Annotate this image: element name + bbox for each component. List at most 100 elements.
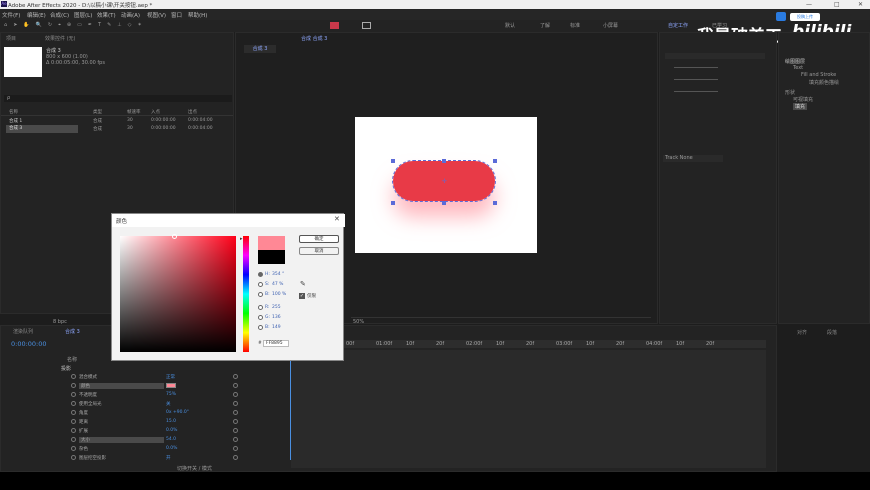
link-icon[interactable] <box>233 446 238 451</box>
stopwatch-icon[interactable] <box>71 455 76 460</box>
cancel-button[interactable]: 取消 <box>299 247 339 255</box>
col-type[interactable]: 类型 <box>93 109 102 117</box>
property-row[interactable]: 距离 15.0 <box>1 418 291 425</box>
tree-item[interactable]: 可视填充 <box>793 96 813 103</box>
color-channel-value[interactable]: 149 <box>272 325 281 330</box>
color-mode-radio[interactable] <box>258 282 263 287</box>
link-icon[interactable] <box>233 455 238 460</box>
share-icon[interactable] <box>776 12 786 21</box>
property-row[interactable]: 大小 54.0 <box>1 436 291 443</box>
menu-item[interactable]: 效果(T) <box>97 11 116 19</box>
rotate-tool-icon[interactable]: ↻ <box>48 22 52 30</box>
menu-item[interactable]: 窗口 <box>171 11 182 19</box>
workspace-standard[interactable]: 标准 <box>570 22 580 29</box>
stopwatch-icon[interactable] <box>71 419 76 424</box>
slider-track[interactable] <box>674 67 718 68</box>
project-item-row[interactable]: 合成 1 合成 30 0:00:00:00 0:00:04:00 <box>1 117 233 125</box>
stamp-tool-icon[interactable]: ⊥ <box>117 22 121 30</box>
tree-item[interactable]: 形状 <box>785 89 795 96</box>
property-row[interactable]: 使用全局光 关 <box>1 400 291 407</box>
switches-modes-toggle[interactable]: 切换开关 / 模式 <box>177 465 212 472</box>
selection-tool-icon[interactable]: ➤ <box>13 22 17 30</box>
tree-item[interactable]: Fill and Stroke <box>801 72 836 78</box>
pan-tool-icon[interactable]: ⊕ <box>67 22 71 30</box>
color-channel-value[interactable]: 354 ° <box>272 272 284 277</box>
eraser-tool-icon[interactable]: ◇ <box>128 22 132 30</box>
stopwatch-icon[interactable] <box>71 383 76 388</box>
property-row[interactable]: 杂色 0.0% <box>1 445 291 452</box>
hex-input[interactable]: FF8895 <box>263 340 289 347</box>
close-icon[interactable]: ✕ <box>334 215 340 223</box>
color-mode-radio[interactable] <box>258 325 263 330</box>
link-icon[interactable] <box>233 392 238 397</box>
link-icon[interactable] <box>233 383 238 388</box>
property-row[interactable]: 混合模式 正常 <box>1 373 291 380</box>
text-tool-icon[interactable]: T <box>98 22 101 30</box>
col-in[interactable]: 入点 <box>151 109 160 117</box>
color-mode-radio[interactable] <box>258 272 263 277</box>
link-icon[interactable] <box>233 419 238 424</box>
menu-item[interactable]: 编辑(E) <box>27 11 46 19</box>
track-dropdown[interactable]: Track None <box>663 155 723 162</box>
hand-tool-icon[interactable]: ✋ <box>23 22 29 30</box>
tree-item-selected[interactable]: 填充 <box>793 103 808 110</box>
slider-track[interactable] <box>674 79 718 80</box>
workspace-small-screen[interactable]: 小屏幕 <box>603 22 618 29</box>
color-channel-value[interactable]: 47 % <box>272 282 283 287</box>
hue-slider[interactable] <box>243 236 249 352</box>
property-value[interactable]: 关 <box>166 401 171 407</box>
tab-effect-controls[interactable]: 效果控件 (无) <box>45 35 76 42</box>
property-value[interactable]: 0x +90.0° <box>166 410 189 415</box>
upload-button[interactable]: 投稿上传 <box>790 13 820 21</box>
minimize-icon[interactable]: — <box>806 1 812 8</box>
track-area[interactable] <box>291 350 766 468</box>
color-channel-value[interactable]: 136 <box>272 315 281 320</box>
tab-project[interactable]: 项目 <box>6 35 16 42</box>
tab-composition[interactable]: 合成 合成 3 <box>301 35 327 42</box>
color-swatch[interactable] <box>166 383 176 388</box>
link-icon[interactable] <box>233 437 238 442</box>
brush-tool-icon[interactable]: ✎ <box>107 22 111 30</box>
property-row[interactable]: 不透明度 75% <box>1 391 291 398</box>
handle-icon[interactable] <box>493 201 497 205</box>
property-row[interactable]: 颜色 <box>1 382 291 389</box>
maximize-icon[interactable]: □ <box>834 1 840 8</box>
col-out[interactable]: 出点 <box>188 109 197 117</box>
stroke-color-swatch[interactable] <box>362 22 371 29</box>
anchor-point-icon[interactable]: ✛ <box>442 179 447 185</box>
hue-slider-arrow-icon[interactable]: ▸ <box>240 236 243 242</box>
zoom-tool-icon[interactable]: 🔍 <box>36 22 42 30</box>
property-value[interactable]: 开 <box>166 455 171 461</box>
stopwatch-icon[interactable] <box>71 446 76 451</box>
project-search-input[interactable]: ρ <box>4 95 232 102</box>
color-mode-radio[interactable] <box>258 292 263 297</box>
pen-tool-icon[interactable]: ✒ <box>88 22 92 30</box>
link-icon[interactable] <box>233 401 238 406</box>
stopwatch-icon[interactable] <box>71 401 76 406</box>
tab-paragraph[interactable]: 段落 <box>827 329 837 336</box>
workspace-learn[interactable]: 了解 <box>540 22 550 29</box>
puppet-tool-icon[interactable]: ✶ <box>138 22 142 30</box>
workspace-custom[interactable]: 自定工作 <box>668 22 688 29</box>
col-fps[interactable]: 帧速率 <box>127 109 141 117</box>
workspace-default[interactable]: 默认 <box>505 22 515 29</box>
fill-color-swatch[interactable] <box>330 22 339 29</box>
color-mode-radio[interactable] <box>258 315 263 320</box>
property-row[interactable]: 角度 0x +90.0° <box>1 409 291 416</box>
web-colors-checkbox[interactable]: ✓ <box>299 293 305 299</box>
handle-icon[interactable] <box>442 201 446 205</box>
home-icon[interactable]: ⌂ <box>4 22 7 30</box>
tab-render-queue[interactable]: 渲染队列 <box>13 328 33 335</box>
handle-icon[interactable] <box>391 201 395 205</box>
tree-item[interactable]: 填充颜色描绘 <box>809 79 839 86</box>
property-value[interactable]: 正常 <box>166 374 175 380</box>
menu-item[interactable]: 图层(L) <box>74 11 92 19</box>
handle-icon[interactable] <box>391 159 395 163</box>
stopwatch-icon[interactable] <box>71 410 76 415</box>
time-ruler[interactable]: 00f 01:00f 10f 20f 02:00f 10f 20f 03:00f 10f 20f 0… <box>291 340 766 348</box>
link-icon[interactable] <box>233 374 238 379</box>
menu-item[interactable]: 视图(V) <box>147 11 166 19</box>
comp-subtab[interactable]: 合成 3 <box>244 45 276 53</box>
slider-track[interactable] <box>674 91 718 92</box>
camera-tool-icon[interactable]: ⌖ <box>58 22 61 30</box>
